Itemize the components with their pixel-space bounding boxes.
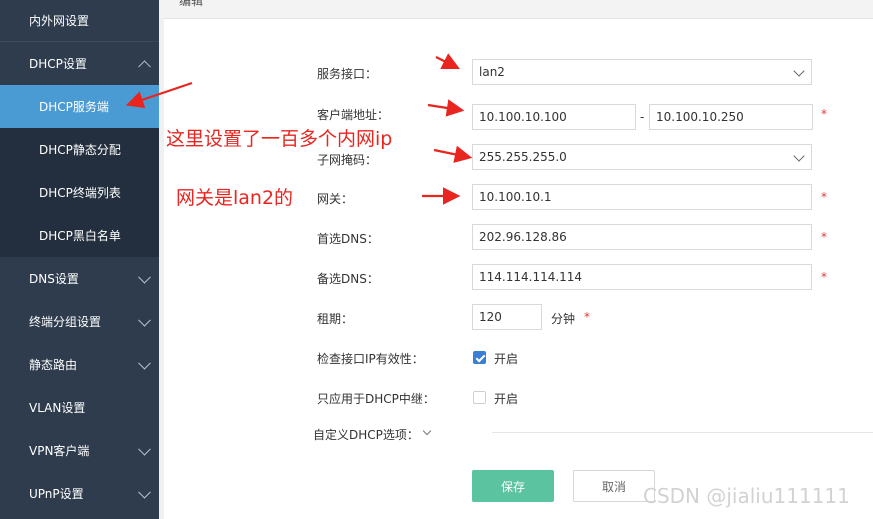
required-mark: *	[584, 310, 590, 324]
sidebar-item-vlan[interactable]: VLAN设置	[0, 386, 159, 429]
annotation-gateway: 网关是lan2的	[176, 187, 294, 209]
interface-value: lan2	[479, 65, 505, 79]
sidebar-item-label: 终端分组设置	[29, 315, 102, 329]
sidebar-item-label: DHCP服务端	[39, 100, 109, 114]
check-ip-label: 检查接口IP有效性：	[317, 352, 424, 366]
gateway-value: 10.100.10.1	[479, 190, 552, 204]
client-address-end-input[interactable]: 10.100.10.250	[649, 104, 813, 130]
save-button[interactable]: 保存	[472, 470, 554, 502]
panel-header: 编辑	[159, 0, 873, 19]
lease-label: 租期：	[317, 312, 354, 326]
sidebar-item-label: VLAN设置	[29, 401, 86, 415]
gateway-input[interactable]: 10.100.10.1	[472, 184, 812, 210]
section-divider	[492, 432, 873, 433]
sidebar-item-dns[interactable]: DNS设置	[0, 257, 159, 300]
chevron-down-icon	[138, 485, 151, 499]
sidebar-item-dhcp-static[interactable]: DHCP静态分配	[0, 128, 159, 171]
sidebar-item-label: VPN客户端	[29, 444, 90, 458]
panel-left-border	[159, 18, 164, 519]
custom-options-toggle[interactable]: 自定义DHCP选项：	[313, 426, 419, 443]
lease-value: 120	[479, 310, 502, 324]
chevron-down-icon	[138, 313, 151, 327]
check-ip-option: 开启	[494, 352, 519, 366]
chevron-up-icon	[138, 59, 151, 73]
sidebar-item-vpn-client[interactable]: VPN客户端	[0, 429, 159, 472]
sidebar-item-network[interactable]: 内外网设置	[0, 0, 159, 40]
primary-dns-label: 首选DNS：	[317, 232, 379, 246]
sidebar-item-label: UPnP设置	[29, 487, 84, 501]
client-address-label: 客户端地址：	[317, 108, 390, 122]
chevron-down-icon[interactable]	[422, 426, 432, 436]
annotation-ip-count: 这里设置了一百多个内网ip	[166, 128, 393, 150]
relay-only-checkbox[interactable]	[473, 391, 486, 404]
relay-only-option: 开启	[494, 392, 519, 406]
sidebar-item-dhcp-clients[interactable]: DHCP终端列表	[0, 171, 159, 214]
panel-title: 编辑	[179, 0, 204, 8]
required-mark: *	[821, 270, 827, 284]
chevron-down-icon	[138, 356, 151, 370]
sidebar-item-dhcp-server[interactable]: DHCP服务端	[0, 85, 159, 128]
arrow-to-subnet-mask	[433, 145, 473, 163]
chevron-down-icon	[793, 150, 805, 162]
interface-select[interactable]: lan2	[472, 59, 812, 85]
arrow-to-interface	[435, 53, 460, 69]
sidebar-item-dhcp[interactable]: DHCP设置	[0, 42, 159, 85]
sidebar-item-label: 内外网设置	[29, 13, 90, 28]
required-mark: *	[821, 230, 827, 244]
sidebar-item-label: 静态路由	[29, 358, 78, 372]
sidebar: 内外网设置 DHCP设置 DHCP服务端 DHCP静态分配 DHCP终端列表 D…	[0, 0, 159, 519]
sidebar-item-terminal-groups[interactable]: 终端分组设置	[0, 300, 159, 343]
sidebar-item-static-routes[interactable]: 静态路由	[0, 343, 159, 386]
check-ip-checkbox[interactable]	[473, 351, 486, 364]
client-address-start-input[interactable]: 10.100.10.100	[472, 104, 636, 130]
secondary-dns-value: 114.114.114.114	[479, 270, 583, 284]
client-address-start-value: 10.100.10.100	[479, 110, 567, 124]
subnet-mask-value: 255.255.255.0	[479, 150, 567, 164]
relay-only-label: 只应用于DHCP中继：	[317, 392, 435, 406]
primary-dns-value: 202.96.128.86	[479, 230, 567, 244]
sidebar-item-label: DHCP终端列表	[39, 186, 121, 200]
sidebar-item-label: DNS设置	[29, 272, 79, 286]
sidebar-item-label: DHCP设置	[29, 57, 87, 71]
arrow-to-client-address	[427, 99, 465, 117]
interface-label: 服务接口：	[317, 67, 378, 81]
subnet-mask-select[interactable]: 255.255.255.0	[472, 144, 812, 170]
sidebar-item-label: DHCP静态分配	[39, 143, 121, 157]
required-mark: *	[821, 107, 827, 121]
chevron-down-icon	[138, 442, 151, 456]
required-mark: *	[821, 190, 827, 204]
client-address-end-value: 10.100.10.250	[656, 110, 744, 124]
watermark: CSDN @jialiu111111	[643, 484, 850, 508]
secondary-dns-input[interactable]: 114.114.114.114	[472, 264, 812, 290]
gateway-label: 网关：	[317, 192, 354, 206]
chevron-down-icon	[138, 270, 151, 284]
sidebar-item-upnp[interactable]: UPnP设置	[0, 472, 159, 515]
sidebar-item-label: DHCP黑白名单	[39, 229, 121, 243]
sidebar-item-dhcp-blacklist[interactable]: DHCP黑白名单	[0, 214, 159, 257]
lease-unit: 分钟	[551, 312, 576, 326]
subnet-mask-label: 子网掩码：	[317, 153, 378, 167]
lease-input[interactable]: 120	[472, 304, 542, 330]
secondary-dns-label: 备选DNS：	[317, 272, 379, 286]
chevron-down-icon	[793, 65, 805, 77]
primary-dns-input[interactable]: 202.96.128.86	[472, 224, 812, 250]
range-separator: -	[640, 110, 645, 124]
